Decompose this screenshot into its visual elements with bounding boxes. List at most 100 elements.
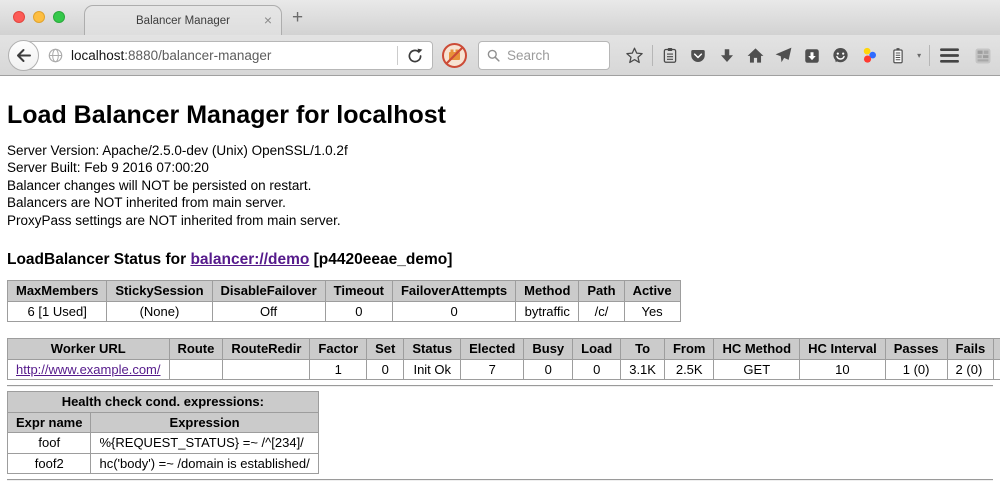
- table-header-row: Worker URL Route RouteRedir Factor Set S…: [8, 339, 1000, 360]
- column-header: To: [621, 339, 665, 360]
- globe-icon: [48, 48, 63, 63]
- reload-button[interactable]: [407, 48, 423, 64]
- server-built-line: Server Built: Feb 9 2016 07:00:20: [7, 159, 993, 176]
- column-header: Path: [579, 281, 624, 302]
- search-placeholder: Search: [507, 48, 550, 63]
- url-path: :8880/balancer-manager: [124, 48, 271, 63]
- minimize-window-button[interactable]: [33, 11, 45, 23]
- back-button[interactable]: [8, 40, 39, 71]
- address-bar[interactable]: localhost:8880/balancer-manager: [23, 41, 433, 70]
- column-header: From: [664, 339, 714, 360]
- column-header: FailoverAttempts: [392, 281, 515, 302]
- window-titlebar: Balancer Manager × +: [0, 0, 1000, 35]
- table-header-row: MaxMembers StickySession DisableFailover…: [8, 281, 681, 302]
- urlbar-divider: [397, 46, 398, 65]
- reading-list-button[interactable]: [656, 35, 685, 76]
- cell-from: 2.5K: [664, 359, 714, 380]
- column-header: RouteRedir: [223, 339, 310, 360]
- table-row: foof2 hc('body') =~ /domain is establish…: [8, 453, 319, 474]
- cell-hc-method: GET: [714, 359, 800, 380]
- cell-stickysession: (None): [107, 301, 212, 322]
- close-window-button[interactable]: [13, 11, 25, 23]
- box-download-icon: [803, 47, 821, 65]
- table-row: 6 [1 Used] (None) Off 0 0 bytraffic /c/ …: [8, 301, 681, 322]
- worker-url-link[interactable]: http://www.example.com/: [16, 362, 161, 377]
- balancer-settings-table: MaxMembers StickySession DisableFailover…: [7, 280, 681, 322]
- colored-dots-icon: [860, 46, 879, 65]
- cell-method: bytraffic: [516, 301, 579, 322]
- tab-close-icon[interactable]: ×: [264, 12, 272, 28]
- cell-fails: 2 (0): [947, 359, 994, 380]
- paper-plane-icon: [774, 46, 793, 65]
- cell-route: [169, 359, 223, 380]
- downloads-button[interactable]: [713, 35, 742, 76]
- plugin-blocked-icon[interactable]: [441, 42, 468, 69]
- column-header: Worker URL: [8, 339, 170, 360]
- cell-maxmembers: 6 [1 Used]: [8, 301, 107, 322]
- new-tab-button[interactable]: +: [292, 7, 303, 29]
- column-header: Active: [624, 281, 680, 302]
- server-info: Server Version: Apache/2.5.0-dev (Unix) …: [7, 142, 993, 229]
- balancer-link[interactable]: balancer://demo: [190, 251, 309, 268]
- column-header: Load: [573, 339, 621, 360]
- cell-set: 0: [367, 359, 404, 380]
- feedback-smiley-button[interactable]: [827, 35, 856, 76]
- battery-icon: [889, 46, 907, 66]
- cell-timeout: 0: [325, 301, 392, 322]
- divider: [7, 479, 993, 481]
- column-header: Busy: [524, 339, 573, 360]
- home-button[interactable]: [741, 35, 770, 76]
- hamburger-icon: [939, 47, 960, 64]
- dropdown-caret-icon[interactable]: ▾: [912, 51, 926, 60]
- battery-status-button[interactable]: [884, 35, 913, 76]
- column-header: HC Method: [714, 339, 800, 360]
- pocket-icon: [689, 47, 707, 65]
- cell-hc-interval: 10: [800, 359, 886, 380]
- divider: [7, 385, 993, 387]
- column-header: Fails: [947, 339, 994, 360]
- send-button[interactable]: [770, 35, 799, 76]
- home-icon: [746, 46, 765, 65]
- status-prefix: LoadBalancer Status for: [7, 251, 190, 268]
- cell-to: 3.1K: [621, 359, 665, 380]
- tab-title: Balancer Manager: [136, 15, 230, 27]
- cell-failoverattempts: 0: [392, 301, 515, 322]
- extension-dots-button[interactable]: [855, 35, 884, 76]
- health-table-title: Health check cond. expressions:: [8, 392, 319, 413]
- cell-elected: 7: [461, 359, 524, 380]
- page-content: Load Balancer Manager for localhost Serv…: [0, 100, 1000, 481]
- table-row: foof %{REQUEST_STATUS} =~ /^[234]/: [8, 433, 319, 454]
- server-version-line: Server Version: Apache/2.5.0-dev (Unix) …: [7, 142, 993, 159]
- balancers-notice-line: Balancers are NOT inherited from main se…: [7, 194, 993, 211]
- loadbalancer-status-heading: LoadBalancer Status for balancer://demo …: [7, 251, 993, 269]
- cell-hc-uri: [994, 359, 1000, 380]
- table-header-row: Expr name Expression: [8, 412, 319, 433]
- table-title-row: Health check cond. expressions:: [8, 392, 319, 413]
- cell-factor: 1: [310, 359, 367, 380]
- cell-path: /c/: [579, 301, 624, 322]
- grid-icon: [973, 46, 993, 66]
- search-input[interactable]: Search: [478, 41, 610, 70]
- toolbar-divider: [652, 45, 653, 66]
- page-title: Load Balancer Manager for localhost: [7, 100, 993, 130]
- clipboard-icon: [661, 46, 679, 65]
- toolbar-icons: ▾: [620, 35, 1000, 76]
- menu-button[interactable]: [933, 35, 966, 76]
- column-header: Expression: [91, 412, 318, 433]
- cell-expr-name: foof: [8, 433, 91, 454]
- column-header: Timeout: [325, 281, 392, 302]
- health-check-table: Health check cond. expressions: Expr nam…: [7, 391, 319, 474]
- bookmark-star-button[interactable]: [620, 35, 649, 76]
- search-icon: [487, 49, 500, 62]
- reload-icon: [407, 48, 423, 64]
- traffic-lights: [13, 11, 65, 23]
- cell-active: Yes: [624, 301, 680, 322]
- video-download-button[interactable]: [798, 35, 827, 76]
- zoom-window-button[interactable]: [53, 11, 65, 23]
- column-header: MaxMembers: [8, 281, 107, 302]
- pocket-button[interactable]: [684, 35, 713, 76]
- smiley-icon: [831, 46, 850, 65]
- tab-groups-button[interactable]: [967, 35, 1000, 76]
- cell-expression: hc('body') =~ /domain is established/: [91, 453, 318, 474]
- browser-tab[interactable]: Balancer Manager ×: [84, 5, 282, 35]
